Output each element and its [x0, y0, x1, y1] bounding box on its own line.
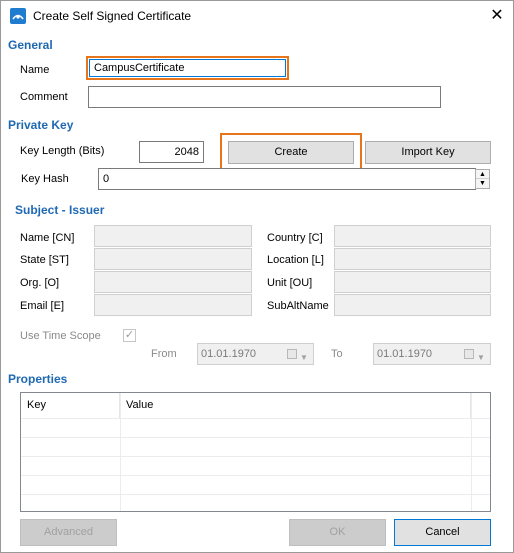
general-heading: General: [8, 38, 53, 52]
column-header-value[interactable]: Value: [120, 393, 471, 418]
from-date-picker[interactable]: 01.01.1970 ▼: [197, 343, 314, 365]
ou-label: Unit [OU]: [267, 277, 313, 289]
use-time-scope-label: Use Time Scope: [20, 330, 101, 342]
private-key-heading: Private Key: [8, 118, 74, 132]
key-length-label: Key Length (Bits): [20, 145, 105, 157]
c-field: [334, 225, 491, 247]
certificate-app-icon: [10, 8, 26, 24]
e-field: [94, 294, 252, 316]
key-length-field[interactable]: 2048: [139, 141, 204, 163]
subject-issuer-heading: Subject - Issuer: [15, 203, 105, 217]
to-label: To: [331, 348, 343, 360]
properties-table[interactable]: Key Value: [20, 392, 491, 512]
to-date-value: 01.01.1970: [377, 348, 433, 360]
create-button[interactable]: Create: [228, 141, 354, 164]
dialog-window: Create Self Signed Certificate ✕ General…: [0, 0, 514, 553]
table-row: [21, 437, 490, 438]
from-date-value: 01.01.1970: [201, 348, 257, 360]
st-field: [94, 248, 252, 270]
ou-field: [334, 271, 491, 293]
chevron-down-icon: ▼: [300, 353, 308, 362]
import-key-button[interactable]: Import Key: [365, 141, 491, 164]
l-label: Location [L]: [267, 254, 324, 266]
column-header-key[interactable]: Key: [21, 393, 120, 418]
from-label: From: [151, 348, 177, 360]
window-title: Create Self Signed Certificate: [33, 9, 192, 23]
calendar-icon: [464, 349, 474, 359]
cn-label: Name [CN]: [20, 232, 75, 244]
cn-field: [94, 225, 252, 247]
use-time-scope-checkbox[interactable]: ✓: [123, 329, 136, 342]
spin-up-icon[interactable]: ▲: [476, 170, 489, 179]
table-row: [21, 475, 490, 476]
properties-heading: Properties: [8, 372, 68, 386]
advanced-button[interactable]: Advanced: [20, 519, 117, 546]
calendar-icon: [287, 349, 297, 359]
c-label: Country [C]: [267, 232, 323, 244]
key-hash-field[interactable]: 0: [98, 168, 476, 190]
subaltname-field: [334, 294, 491, 316]
comment-label: Comment: [20, 91, 68, 103]
spin-down-icon[interactable]: ▼: [476, 179, 489, 188]
name-field[interactable]: CampusCertificate: [89, 59, 286, 77]
o-field: [94, 271, 252, 293]
chevron-down-icon: ▼: [477, 353, 485, 362]
ok-button[interactable]: OK: [289, 519, 386, 546]
name-label: Name: [20, 64, 50, 76]
e-label: Email [E]: [20, 300, 65, 312]
close-icon[interactable]: ✕: [484, 4, 510, 28]
title-bar: Create Self Signed Certificate ✕: [1, 1, 513, 31]
st-label: State [ST]: [20, 254, 69, 266]
key-hash-label: Key Hash: [21, 173, 69, 185]
subaltname-label: SubAltName: [267, 300, 329, 312]
table-row: [21, 494, 490, 495]
to-date-picker[interactable]: 01.01.1970 ▼: [373, 343, 491, 365]
cancel-button[interactable]: Cancel: [394, 519, 491, 546]
table-row: [21, 456, 490, 457]
table-row: [21, 418, 490, 419]
l-field: [334, 248, 491, 270]
o-label: Org. [O]: [20, 277, 60, 289]
key-hash-spinner[interactable]: ▲ ▼: [475, 169, 490, 189]
comment-field[interactable]: [88, 86, 441, 108]
